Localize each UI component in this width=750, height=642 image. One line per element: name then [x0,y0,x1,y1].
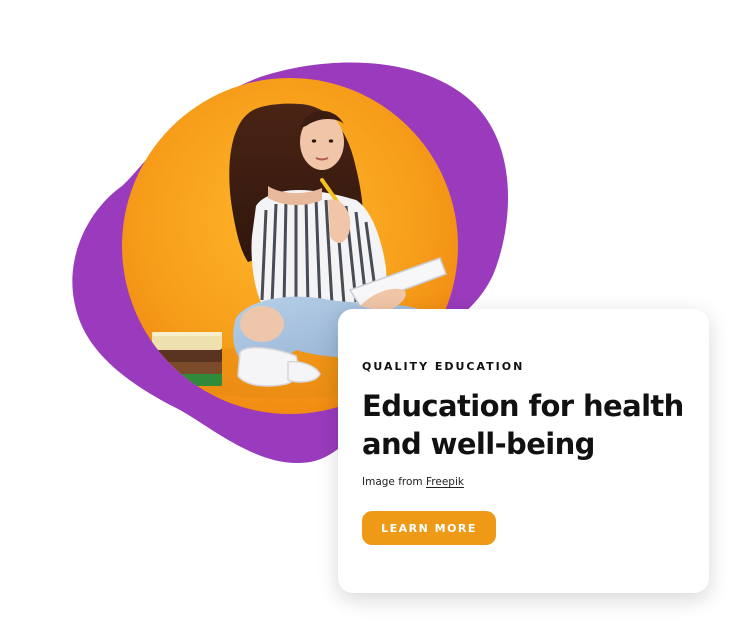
freepik-link[interactable]: Freepik [426,476,464,488]
learn-more-button[interactable]: LEARN MORE [362,511,496,545]
page: QUALITY EDUCATION Education for health a… [0,0,750,642]
card-eyebrow: QUALITY EDUCATION [362,360,525,373]
card-title: Education for health and well-being [362,389,684,461]
credit-prefix: Image from [362,476,426,488]
feature-card: QUALITY EDUCATION Education for health a… [338,309,709,593]
image-credit: Image from Freepik [362,476,464,488]
